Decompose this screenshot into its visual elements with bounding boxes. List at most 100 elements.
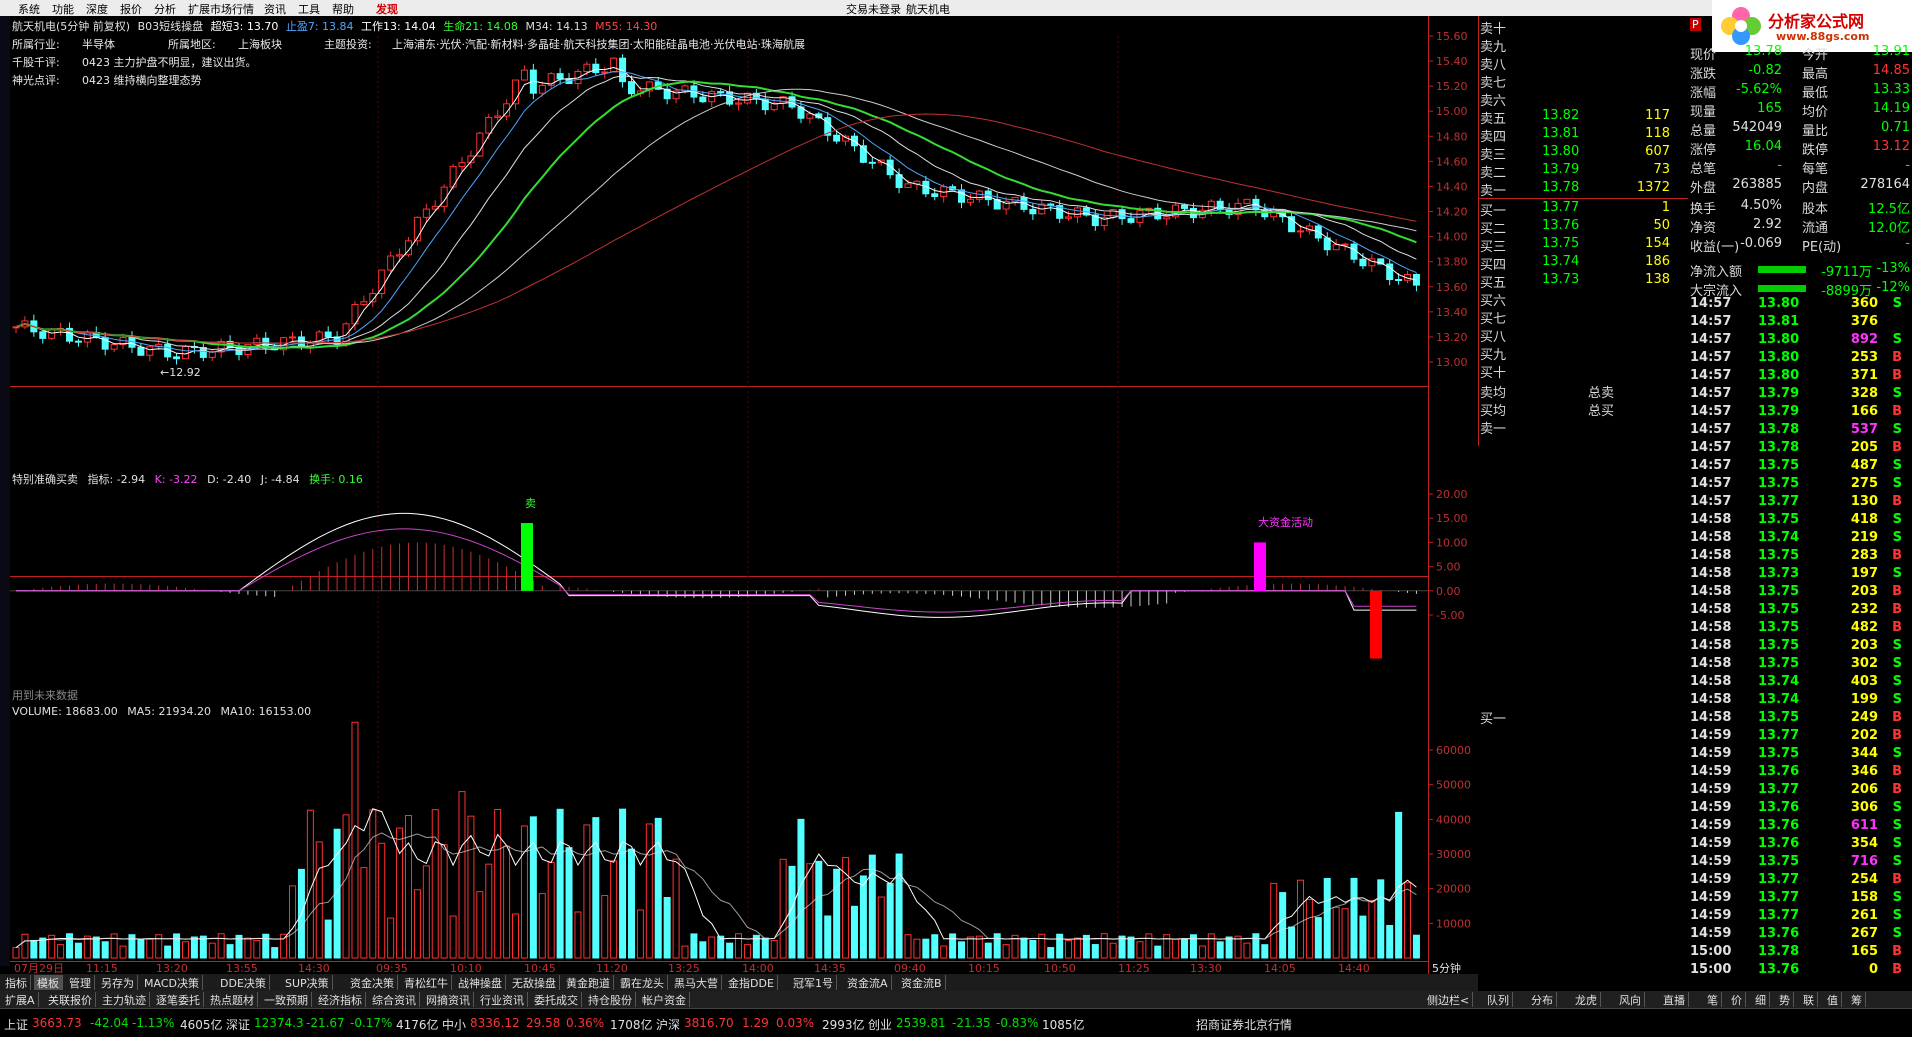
tick-direction: S [1892,656,1902,671]
volume-bar [966,936,974,959]
volume-bar [636,909,644,959]
chart-area[interactable]: 15.60 15.40 15.20 15.00 14.80 14.60 14.40 14.20… [0,16,1478,975]
right-tab-10[interactable]: 值 [1824,992,1842,1007]
time-tick: 14:40 [1338,962,1370,974]
tab-8[interactable]: 青松红牛 [401,975,452,990]
kdj-d-line [16,528,1417,613]
time-tick: 14:30 [298,962,330,974]
tab-1[interactable]: 模板 [34,975,63,990]
quote-label: 涨幅 [1690,86,1717,101]
tab-0[interactable]: 指标 [2,975,31,990]
tab-15[interactable]: 冠军1号 [790,975,837,990]
kdj-title: 特别准确买卖 [12,473,78,486]
info-tab-6[interactable]: 经济指标 [315,992,366,1007]
tab-3[interactable]: 另存为 [98,975,138,990]
info-tab-3[interactable]: 逐笔委托 [153,992,204,1007]
info-tab-12[interactable]: 帐户资金 [639,992,690,1007]
right-tab-1[interactable]: 分布 [1528,992,1557,1007]
right-tab-0[interactable]: 队列 [1484,992,1513,1007]
info-tab-9[interactable]: 行业资讯 [477,992,528,1007]
side-toggle[interactable]: 侧边栏< [1424,992,1474,1007]
info-tab-10[interactable]: 委托成交 [531,992,582,1007]
menu-depth[interactable]: 深度 [86,1,108,17]
quote-row: 现价 13.78 今开 13.91 [1688,44,1912,63]
buy-level-price: 13.74 [1542,254,1580,269]
right-tab-11[interactable]: 筹 [1848,992,1866,1007]
tick-row: 14:58 13.74 219 S [1688,530,1912,548]
menu-info[interactable]: 资讯 [264,1,286,17]
tab-12[interactable]: 霸在龙头 [617,975,668,990]
info-tab-11[interactable]: 持仓股份 [585,992,636,1007]
candle-body [958,189,966,203]
info-tab-4[interactable]: 热点题材 [207,992,258,1007]
price-tick: 15.00 [1436,105,1468,118]
tab-5[interactable]: DDE决策 [217,975,270,990]
volume-bar [101,941,109,959]
right-tab-8[interactable]: 势 [1776,992,1794,1007]
info-tab-5[interactable]: 一致预期 [261,992,312,1007]
volume-bar [699,941,707,959]
tab-17[interactable]: 资金流B [898,975,946,990]
tab-16[interactable]: 资金流A [844,975,892,990]
menu-system[interactable]: 系统 [18,1,40,17]
tick-time: 14:58 [1690,566,1732,581]
menu-extended-market[interactable]: 扩展市场行情 [188,1,254,17]
menu-analysis[interactable]: 分析 [154,1,176,17]
right-tab-6[interactable]: 价 [1728,992,1746,1007]
p-badge: P [1690,18,1701,31]
volume-bar [262,933,270,959]
tick-direction: S [1892,890,1902,905]
tab-6[interactable]: SUP决策 [282,975,333,990]
info-tab-7[interactable]: 综合资讯 [369,992,420,1007]
candle-body [1073,207,1081,218]
tick-price: 13.78 [1758,422,1800,437]
info-tab-1[interactable]: 关联报价 [45,992,96,1007]
buy-level-price: 13.77 [1542,200,1580,215]
candle-body [699,96,707,103]
candle-body [485,116,493,134]
candle-body [324,331,332,338]
tab-9[interactable]: 战神操盘 [455,975,506,990]
right-tab-3[interactable]: 风向 [1616,992,1645,1007]
tab-4[interactable]: MACD决策 [141,975,203,990]
buy-level-row: 买四 13.74 186 [1478,254,1688,273]
tab-11[interactable]: 黄金跑道 [563,975,614,990]
tick-row: 14:58 13.75 249 B [1688,710,1912,728]
tab-7[interactable]: 资金决策 [347,975,398,990]
right-tab-4[interactable]: 直播 [1660,992,1689,1007]
right-tab-7[interactable]: 细 [1752,992,1770,1007]
menu-tools[interactable]: 工具 [298,1,320,17]
candle-body [538,84,546,94]
menu-function[interactable]: 功能 [52,1,74,17]
tab-14[interactable]: 金指DDE [725,975,778,990]
right-tab-2[interactable]: 龙虎 [1572,992,1601,1007]
flow-bar [1758,266,1806,273]
tab-13[interactable]: 黑马大营 [671,975,722,990]
comment-label: 千股千评: [12,56,60,69]
info-tab-8[interactable]: 网摘资讯 [423,992,474,1007]
price-tick: 15.40 [1436,55,1468,68]
tick-volume: 275 [1850,476,1878,491]
volume-bar [538,893,546,959]
tick-price: 13.80 [1758,332,1800,347]
right-tab-9[interactable]: 联 [1800,992,1818,1007]
right-tab-5[interactable]: 笔 [1704,992,1722,1007]
tick-volume: 203 [1850,638,1878,653]
tab-10[interactable]: 无敌操盘 [509,975,560,990]
candle-body [1243,198,1251,204]
kdj-tick: 0.00 [1436,585,1461,598]
buy-level-label: 买一 [1480,204,1507,219]
info-tab-2[interactable]: 主力轨迹 [99,992,150,1007]
price-tick: 13.40 [1436,306,1468,319]
info-tab-0[interactable]: 扩展A [2,992,39,1007]
tick-price: 13.77 [1758,872,1800,887]
sell-level-row: 卖一 13.78 1372 [1478,180,1688,199]
menu-help[interactable]: 帮助 [332,1,354,17]
tick-price: 13.73 [1758,566,1800,581]
menu-quote[interactable]: 报价 [120,1,142,17]
tab-2[interactable]: 管理 [66,975,95,990]
candle-body [806,113,814,119]
menu-discover[interactable]: 发现 [376,1,398,17]
tick-time: 15:00 [1690,962,1732,977]
volume-bar [895,853,903,959]
